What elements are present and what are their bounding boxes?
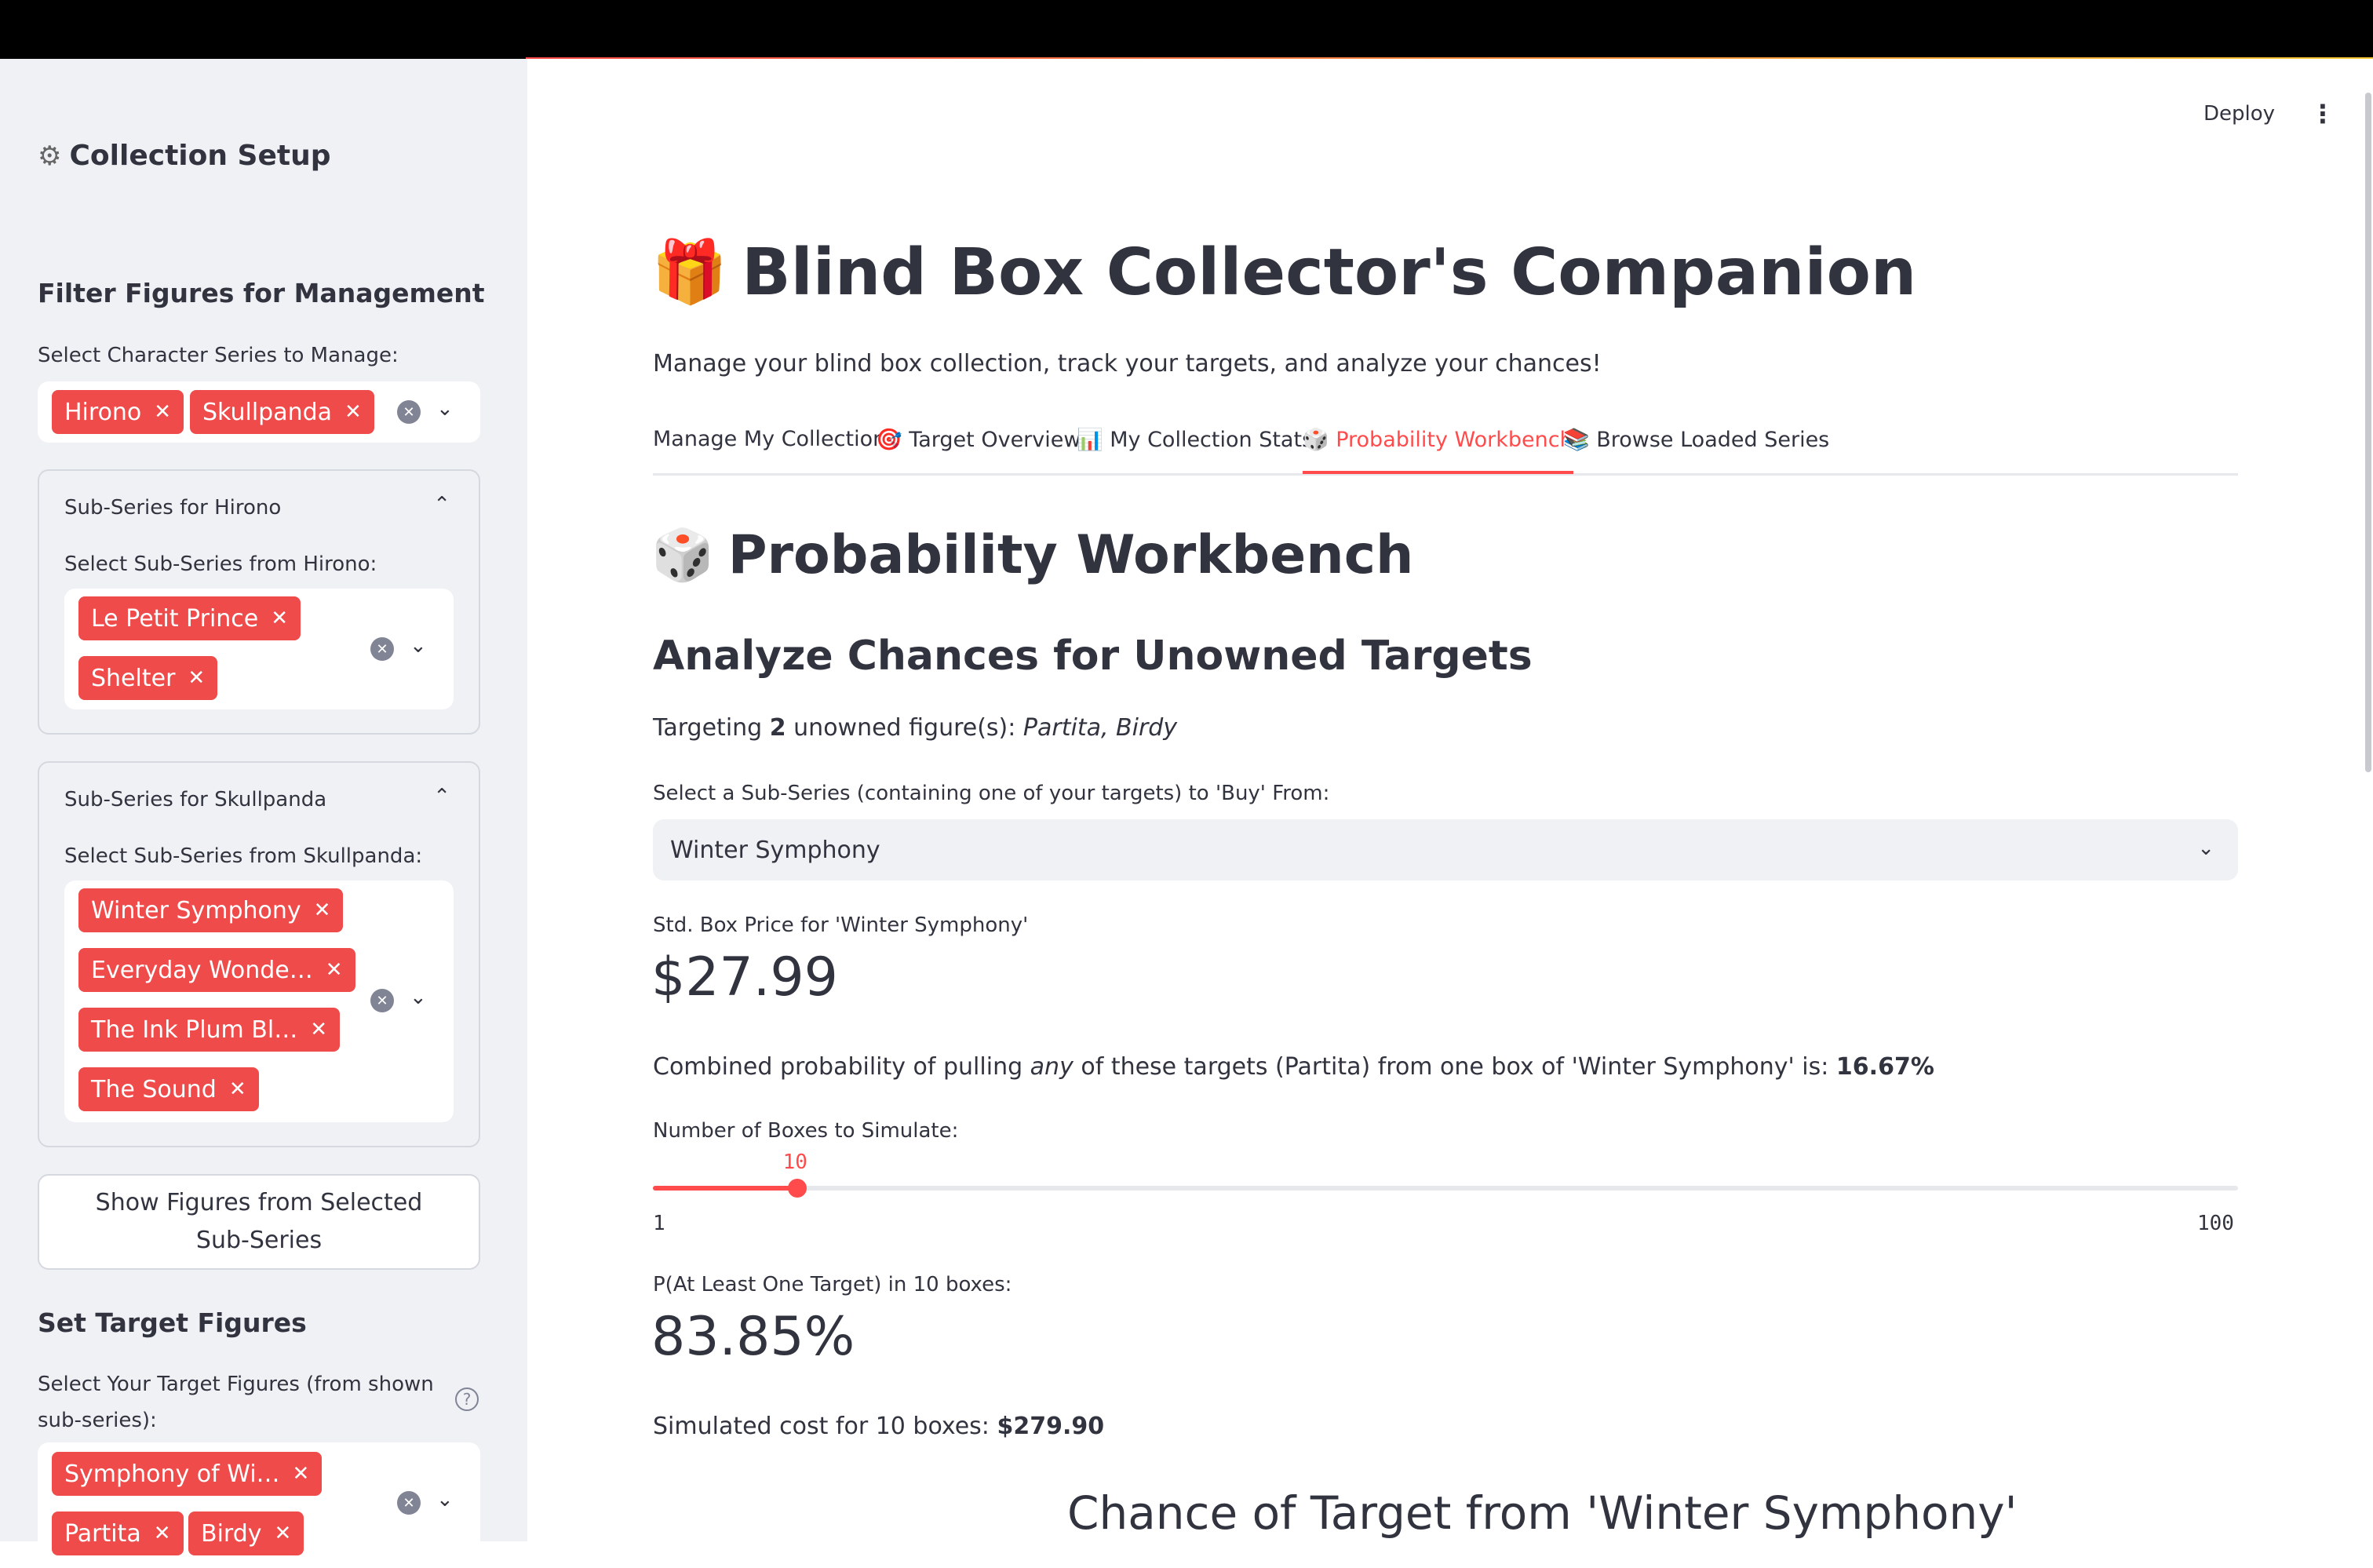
remove-tag-icon[interactable]: ✕ <box>344 400 362 424</box>
remove-tag-icon[interactable]: ✕ <box>314 899 331 922</box>
chevron-down-icon[interactable]: ⌄ <box>2197 837 2214 860</box>
expander-title[interactable]: Sub-Series for Hirono <box>64 496 281 520</box>
chevron-up-icon[interactable]: ⌃ <box>433 785 450 808</box>
combined-probability-text: Combined probability of pulling any of t… <box>653 1053 1934 1081</box>
chart-icon: 📊 <box>1077 428 1103 452</box>
gift-icon: 🎁 <box>651 237 728 308</box>
deploy-button[interactable]: Deploy <box>2204 102 2275 126</box>
books-icon: 📚 <box>1563 428 1590 452</box>
series-select-label: Select Character Series to Manage: <box>38 344 399 367</box>
hirono-subseries-multiselect[interactable]: Le Petit Prince ✕ Shelter ✕ ✕ ⌄ <box>64 589 454 709</box>
show-figures-button[interactable]: Show Figures from Selected Sub-Series <box>38 1174 480 1270</box>
gear-icon: ⚙ <box>38 140 62 172</box>
clear-all-icon[interactable]: ✕ <box>370 989 394 1012</box>
slider-thumb[interactable] <box>787 1179 807 1198</box>
subseries-tag[interactable]: Le Petit Prince ✕ <box>78 596 301 640</box>
remove-tag-icon[interactable]: ✕ <box>310 1018 327 1041</box>
target-tag[interactable]: Symphony of Wi… ✕ <box>52 1452 323 1496</box>
main-scrollbar[interactable] <box>2365 93 2371 772</box>
probability-value: 83.85% <box>651 1306 855 1368</box>
subseries-label: Select Sub-Series from Skullpanda: <box>64 844 423 868</box>
tab-probability-workbench[interactable]: 🎲 Probability Workbench <box>1303 427 1573 474</box>
tab-browse-series[interactable]: 📚 Browse Loaded Series <box>1563 427 1829 474</box>
select-label: Select a Sub-Series (containing one of y… <box>653 782 1330 805</box>
tab-bar: Manage My Collection 🎯 Target Overview 📊… <box>653 424 2238 476</box>
price-value: $27.99 <box>651 946 838 1008</box>
tab-target-overview[interactable]: 🎯 Target Overview <box>876 427 1081 474</box>
slider-max: 100 <box>2197 1212 2234 1235</box>
subseries-tag[interactable]: Shelter ✕ <box>78 656 218 700</box>
simulated-cost-text: Simulated cost for 10 boxes: $279.90 <box>653 1413 1105 1440</box>
target-tag[interactable]: Partita ✕ <box>52 1511 184 1555</box>
subseries-tag[interactable]: The Ink Plum Bl… ✕ <box>78 1008 341 1052</box>
series-tag-skullpanda[interactable]: Skullpanda ✕ <box>190 390 374 434</box>
slider-current-value: 10 <box>782 1150 807 1174</box>
more-menu-icon[interactable]: ⋮ <box>2310 99 2335 129</box>
price-label: Std. Box Price for 'Winter Symphony' <box>653 913 1029 937</box>
chart-title: Chance of Target from 'Winter Symphony' <box>1067 1486 2018 1540</box>
chevron-down-icon[interactable]: ⌄ <box>436 1488 454 1511</box>
target-icon: 🎯 <box>876 428 902 452</box>
expander-skullpanda: Sub-Series for Skullpanda ⌃ Select Sub-S… <box>38 761 480 1147</box>
clear-all-icon[interactable]: ✕ <box>397 400 421 424</box>
filter-heading: Filter Figures for Management <box>38 278 485 308</box>
expander-hirono: Sub-Series for Hirono ⌃ Select Sub-Serie… <box>38 469 480 735</box>
clear-all-icon[interactable]: ✕ <box>370 637 394 661</box>
remove-tag-icon[interactable]: ✕ <box>154 1522 171 1545</box>
remove-tag-icon[interactable]: ✕ <box>293 1462 310 1486</box>
target-heading: Set Target Figures <box>38 1307 307 1338</box>
dice-icon: 🎲 <box>651 527 714 585</box>
tab-manage-collection[interactable]: Manage My Collection <box>653 427 886 474</box>
target-tag[interactable]: Birdy ✕ <box>188 1511 304 1555</box>
probability-label: P(At Least One Target) in 10 boxes: <box>653 1273 1012 1296</box>
clear-all-icon[interactable]: ✕ <box>397 1491 421 1515</box>
page-title: 🎁 Blind Box Collector's Companion <box>651 235 1917 310</box>
series-multiselect[interactable]: Hirono ✕ Skullpanda ✕ ✕ ⌄ <box>38 381 480 443</box>
skullpanda-subseries-multiselect[interactable]: Winter Symphony ✕ Everyday Wonde… ✕ The In… <box>64 881 454 1122</box>
remove-tag-icon[interactable]: ✕ <box>154 400 171 424</box>
target-multiselect[interactable]: Symphony of Wi… ✕ Partita ✕ Birdy ✕ ✕ ⌄ <box>38 1442 480 1568</box>
expander-title[interactable]: Sub-Series for Skullpanda <box>64 788 326 811</box>
subseries-tag[interactable]: Winter Symphony ✕ <box>78 888 344 932</box>
targeting-text: Targeting 2 unowned figure(s): Partita, … <box>653 714 1178 742</box>
browser-top-bar <box>0 0 2373 59</box>
slider-label: Number of Boxes to Simulate: <box>653 1119 959 1143</box>
chevron-down-icon[interactable]: ⌄ <box>410 986 427 1009</box>
subseries-label: Select Sub-Series from Hirono: <box>64 552 377 576</box>
subseries-select[interactable]: Winter Symphony ⌄ <box>653 819 2238 881</box>
subseries-tag[interactable]: The Sound ✕ <box>78 1067 259 1111</box>
collection-setup-heading: ⚙ Collection Setup <box>38 140 331 172</box>
slider-min: 1 <box>653 1212 665 1235</box>
help-icon[interactable]: ? <box>455 1387 479 1411</box>
workbench-heading: 🎲 Probability Workbench <box>651 524 1414 586</box>
series-tag-hirono[interactable]: Hirono ✕ <box>52 390 184 434</box>
boxes-slider[interactable] <box>653 1179 2238 1198</box>
dice-icon: 🎲 <box>1303 428 1329 452</box>
subseries-tag[interactable]: Everyday Wonde… ✕ <box>78 948 355 992</box>
tab-collection-stats[interactable]: 📊 My Collection Stats <box>1077 427 1313 474</box>
remove-tag-icon[interactable]: ✕ <box>275 1522 292 1545</box>
remove-tag-icon[interactable]: ✕ <box>271 607 288 630</box>
target-select-label: Select Your Target Figures (from shown s… <box>38 1373 434 1432</box>
chevron-down-icon[interactable]: ⌄ <box>436 397 454 421</box>
chevron-down-icon[interactable]: ⌄ <box>410 634 427 658</box>
remove-tag-icon[interactable]: ✕ <box>229 1078 246 1101</box>
analyze-heading: Analyze Chances for Unowned Targets <box>653 633 1533 680</box>
page-subtitle: Manage your blind box collection, track … <box>653 350 1602 377</box>
chevron-up-icon[interactable]: ⌃ <box>433 493 450 516</box>
slider-fill <box>653 1186 797 1191</box>
remove-tag-icon[interactable]: ✕ <box>326 958 343 982</box>
remove-tag-icon[interactable]: ✕ <box>188 666 205 690</box>
